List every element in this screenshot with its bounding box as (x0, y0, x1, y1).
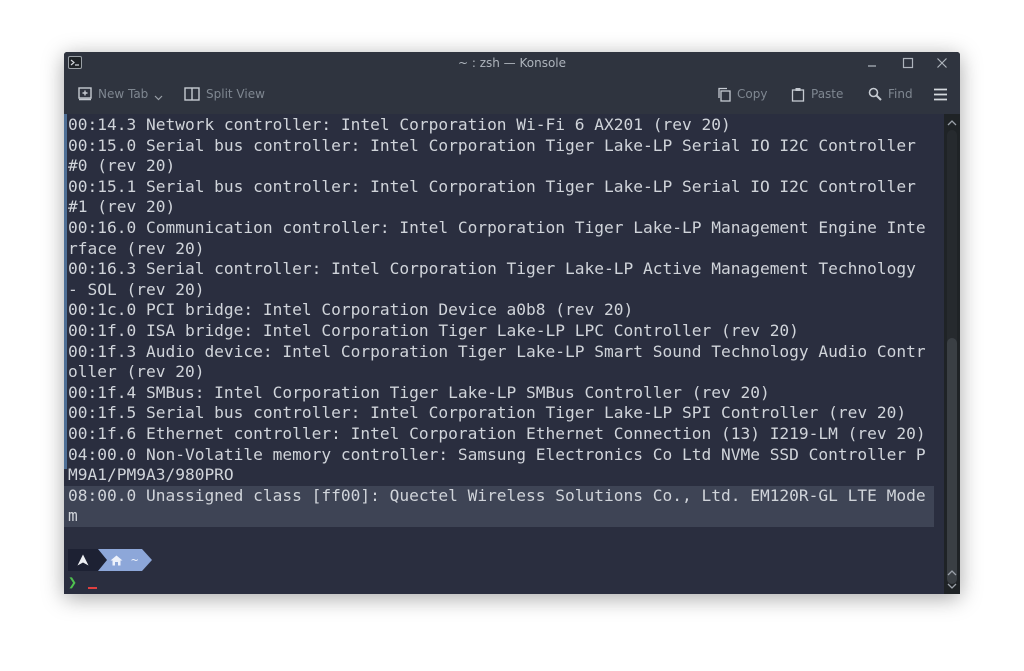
terminal-line: m (64, 506, 934, 527)
search-icon (868, 87, 882, 101)
terminal-line: M9A1/PM9A3/980PRO (68, 465, 234, 485)
scroll-down-icon[interactable] (944, 579, 960, 593)
konsole-window: ~ : zsh — Konsole New Tab Split View Cop… (64, 52, 960, 594)
terminal-app-icon (68, 56, 82, 69)
hamburger-menu-button[interactable] (933, 74, 954, 114)
scrollbar-handle[interactable] (947, 338, 957, 584)
terminal-line: 00:16.0 Communication controller: Intel … (68, 217, 926, 237)
terminal-line: 00:15.0 Serial bus controller: Intel Cor… (68, 135, 916, 155)
terminal-line: rface (rev 20) (68, 238, 205, 258)
home-path-segment: ~ (98, 549, 153, 571)
terminal-lines: 00:14.3 Network controller: Intel Corpor… (64, 115, 934, 527)
prompt-segments: ~ (68, 549, 153, 571)
terminal-line: 00:16.3 Serial controller: Intel Corpora… (68, 259, 916, 279)
find-button[interactable]: Find (868, 74, 913, 114)
copy-label: Copy (737, 87, 768, 101)
terminal-line: #1 (rev 20) (68, 197, 176, 217)
terminal-line: 08:00.0 Unassigned class [ff00]: Quectel… (64, 485, 934, 507)
title-bar[interactable]: ~ : zsh — Konsole (64, 52, 960, 74)
terminal-line: 00:1f.6 Ethernet controller: Intel Corpo… (68, 423, 926, 443)
command-prompt[interactable]: ❯ (68, 572, 98, 592)
paste-button[interactable]: Paste (791, 74, 843, 114)
terminal-line: 00:1f.5 Serial bus controller: Intel Cor… (68, 403, 907, 423)
scroll-up-icon[interactable] (944, 116, 960, 130)
selection-marker (64, 114, 67, 469)
terminal-line: 00:1f.0 ISA bridge: Intel Corporation Ti… (68, 320, 799, 340)
terminal-output[interactable]: 00:14.3 Network controller: Intel Corpor… (64, 114, 944, 594)
terminal-line: 00:1f.3 Audio device: Intel Corporation … (68, 341, 926, 361)
maximize-button[interactable] (900, 55, 916, 71)
terminal-line: 00:14.3 Network controller: Intel Corpor… (68, 115, 731, 134)
new-tab-icon (78, 87, 92, 101)
home-icon (110, 555, 123, 565)
terminal-line: oller (rev 20) (68, 362, 205, 382)
arch-logo-icon (77, 554, 89, 566)
terminal-line: - SOL (rev 20) (68, 279, 205, 299)
terminal-line: 00:15.1 Serial bus controller: Intel Cor… (68, 176, 916, 196)
toolbar: New Tab Split View Copy Paste Find (64, 74, 960, 114)
scroll-up-icon[interactable] (944, 566, 960, 580)
vertical-scrollbar[interactable] (944, 114, 960, 594)
terminal-line: 04:00.0 Non-Volatile memory controller: … (68, 444, 926, 464)
terminal-line: 00:1c.0 PCI bridge: Intel Corporation De… (68, 300, 634, 320)
new-tab-label: New Tab (98, 87, 149, 101)
minimize-button[interactable] (864, 55, 880, 71)
window-title: ~ : zsh — Konsole (457, 56, 567, 70)
new-tab-button[interactable]: New Tab (78, 74, 169, 114)
split-view-button[interactable]: Split View (184, 74, 265, 114)
split-view-label: Split View (206, 87, 265, 101)
find-label: Find (888, 87, 913, 101)
arch-logo-segment (68, 549, 98, 571)
close-button[interactable] (934, 55, 950, 71)
text-cursor (88, 587, 98, 589)
prompt-caret: ❯ (68, 572, 78, 591)
paste-label: Paste (811, 87, 844, 101)
copy-button[interactable]: Copy (717, 74, 767, 114)
terminal-line: 00:1f.4 SMBus: Intel Corporation Tiger L… (68, 382, 770, 402)
paste-icon (791, 87, 805, 102)
terminal-line: #0 (rev 20) (68, 156, 176, 176)
chevron-down-icon (154, 95, 163, 101)
hamburger-menu-icon (934, 88, 947, 100)
copy-icon (718, 87, 731, 102)
split-view-icon (184, 87, 200, 101)
path-label: ~ (131, 552, 139, 567)
